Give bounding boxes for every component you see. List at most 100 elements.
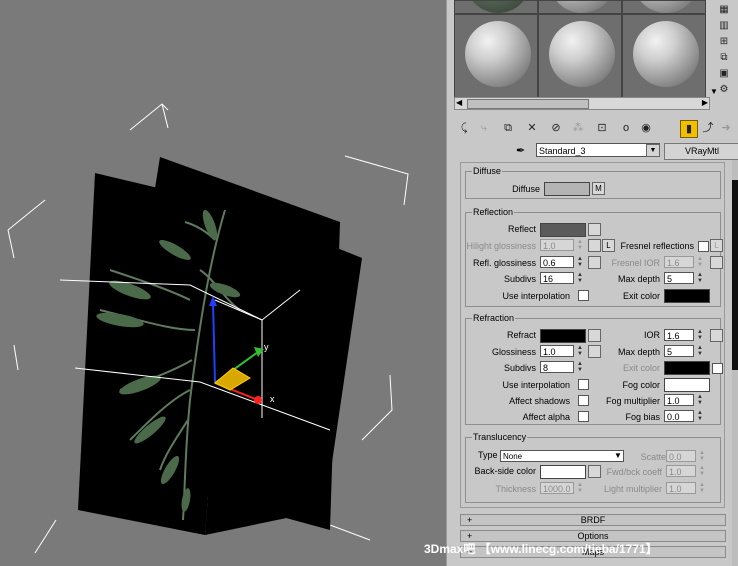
thickness-spinner[interactable]: 1000.0 xyxy=(540,482,574,494)
perspective-viewport[interactable]: y x xyxy=(0,0,446,566)
put-to-scene-icon[interactable]: ⤷ xyxy=(476,120,492,136)
affect-alpha-checkbox[interactable] xyxy=(578,411,589,422)
material-type-button[interactable]: VRayMtl xyxy=(664,143,738,160)
glossiness-spinner[interactable]: 1.0 xyxy=(540,345,574,357)
spinner-arrows-icon[interactable]: ▲ ▼ xyxy=(576,256,584,268)
affect-shadows-checkbox[interactable] xyxy=(578,395,589,406)
sample-slot[interactable] xyxy=(454,14,538,98)
spinner-arrows-icon[interactable]: ▲ ▼ xyxy=(576,482,584,494)
reflect-color-swatch[interactable] xyxy=(540,223,586,237)
ior-map-button[interactable] xyxy=(710,329,723,342)
refract-label: Refract xyxy=(506,330,536,340)
sample-slot[interactable] xyxy=(454,0,538,14)
fog-bias-label: Fog bias xyxy=(625,412,660,422)
spinner-arrows-icon[interactable]: ▲ ▼ xyxy=(698,450,706,462)
refl-subdivs-spinner[interactable]: 16 xyxy=(540,272,574,284)
fog-multiplier-spinner[interactable]: 1.0 xyxy=(664,394,694,406)
get-material-icon[interactable]: ⤹ xyxy=(456,120,472,136)
fwd-bck-coeff-spinner[interactable]: 1.0 xyxy=(666,465,696,477)
spinner-arrows-icon[interactable]: ▲ ▼ xyxy=(698,482,706,494)
refr-max-depth-spinner[interactable]: 5 xyxy=(664,345,694,357)
show-map-icon[interactable]: ◉ xyxy=(638,120,654,136)
spinner-arrows-icon[interactable]: ▲ ▼ xyxy=(696,272,704,284)
hilight-lock-button[interactable]: L xyxy=(602,239,615,252)
slot-scrollbar[interactable]: ◀ ▶ xyxy=(454,97,710,110)
hilight-glossiness-spinner[interactable]: 1.0 xyxy=(540,239,574,251)
refr-use-interpolation-checkbox[interactable] xyxy=(578,379,589,390)
go-forward-icon[interactable]: ➜ xyxy=(718,120,734,136)
spinner-arrows-icon[interactable]: ▲ ▼ xyxy=(698,465,706,477)
refl-exit-color-swatch[interactable] xyxy=(664,289,710,303)
reflect-map-button[interactable] xyxy=(588,223,601,236)
glossiness-label: Glossiness xyxy=(491,347,536,357)
type-label: Type xyxy=(478,450,498,460)
material-id-channel[interactable]: o xyxy=(618,120,634,136)
back-side-map-button[interactable] xyxy=(588,465,601,478)
spinner-arrows-icon[interactable]: ▲ ▼ xyxy=(576,272,584,284)
sample-slot[interactable] xyxy=(622,14,706,98)
refl-glossiness-spinner[interactable]: 0.6 xyxy=(540,256,574,268)
options-icon[interactable]: ⚙ xyxy=(718,84,730,96)
refl-gloss-map-button[interactable] xyxy=(588,256,601,269)
translucency-type-dropdown[interactable]: None xyxy=(500,450,624,462)
group-title: Refraction xyxy=(472,313,516,323)
chevron-down-icon[interactable]: ▼ xyxy=(646,144,660,157)
spinner-arrows-icon[interactable]: ▲ ▼ xyxy=(696,345,704,357)
fog-color-swatch[interactable] xyxy=(664,378,710,392)
glossiness-map-button[interactable] xyxy=(588,345,601,358)
make-unique-icon[interactable]: ⁂ xyxy=(570,120,586,136)
sample-type-icon[interactable]: ▦ xyxy=(718,4,730,16)
background-icon[interactable]: ⊞ xyxy=(718,36,730,48)
refr-exit-color-swatch[interactable] xyxy=(664,361,710,375)
sample-slot[interactable] xyxy=(538,0,622,14)
fresnel-ior-spinner[interactable]: 1.6 xyxy=(664,256,694,268)
refl-max-depth-spinner[interactable]: 5 xyxy=(664,272,694,284)
fresnel-reflections-checkbox[interactable] xyxy=(698,241,709,252)
assign-material-icon[interactable]: ⧉ xyxy=(500,120,516,136)
reset-icon[interactable]: ✕ xyxy=(524,120,540,136)
light-multiplier-spinner[interactable]: 1.0 xyxy=(666,482,696,494)
show-end-result-icon[interactable]: ▮ xyxy=(680,120,698,138)
thickness-label: Thickness xyxy=(495,484,536,494)
spinner-arrows-icon[interactable]: ▲ ▼ xyxy=(696,394,704,406)
spinner-arrows-icon[interactable]: ▲ ▼ xyxy=(576,239,584,251)
scroll-thumb[interactable] xyxy=(732,180,738,370)
sample-slot[interactable] xyxy=(538,14,622,98)
refr-exit-color-checkbox[interactable] xyxy=(712,363,723,374)
spinner-arrows-icon[interactable]: ▲ ▼ xyxy=(576,361,584,373)
scroll-left-icon[interactable]: ◀ xyxy=(456,98,462,108)
go-to-parent-icon[interactable]: ⤴ xyxy=(700,120,716,136)
scroll-down-icon[interactable]: ▼ xyxy=(710,87,718,97)
fog-multiplier-label: Fog multiplier xyxy=(605,396,660,406)
put-to-library-icon[interactable]: ⊡ xyxy=(594,120,610,136)
scroll-thumb[interactable] xyxy=(467,99,589,109)
backlight-icon[interactable]: ▥ xyxy=(718,20,730,32)
hilight-map-button[interactable] xyxy=(588,239,601,252)
spinner-arrows-icon[interactable]: ▲ ▼ xyxy=(696,329,704,341)
diffuse-map-button[interactable]: M xyxy=(592,182,605,195)
sample-slot[interactable] xyxy=(622,0,706,14)
diffuse-color-swatch[interactable] xyxy=(544,182,590,196)
ior-spinner[interactable]: 1.6 xyxy=(664,329,694,341)
parameters-scrollbar[interactable] xyxy=(732,160,738,566)
uv-tiling-icon[interactable]: ⧉ xyxy=(718,52,730,64)
pick-material-icon[interactable]: ✒ xyxy=(516,144,525,157)
refract-map-button[interactable] xyxy=(588,329,601,342)
fresnel-ior-map-button[interactable] xyxy=(710,256,723,269)
scatter-coeff-spinner[interactable]: 0.0 xyxy=(666,450,696,462)
fresnel-lock-button[interactable]: L xyxy=(710,239,723,252)
refraction-group: Refraction Refract IOR 1.6 ▲ ▼ Glossiness… xyxy=(465,313,723,425)
make-copy-icon[interactable]: ⊘ xyxy=(548,120,564,136)
spinner-arrows-icon[interactable]: ▲ ▼ xyxy=(696,410,704,422)
back-side-color-swatch[interactable] xyxy=(540,465,586,479)
brdf-rollout[interactable]: + BRDF xyxy=(460,514,726,526)
fog-bias-spinner[interactable]: 0.0 xyxy=(664,410,694,422)
refr-subdivs-spinner[interactable]: 8 xyxy=(540,361,574,373)
spinner-arrows-icon[interactable]: ▲ ▼ xyxy=(696,256,704,268)
material-name-field[interactable]: Standard_3 xyxy=(536,143,660,157)
refract-color-swatch[interactable] xyxy=(540,329,586,343)
scroll-right-icon[interactable]: ▶ xyxy=(702,98,708,108)
spinner-arrows-icon[interactable]: ▲ ▼ xyxy=(576,345,584,357)
refl-use-interpolation-checkbox[interactable] xyxy=(578,290,589,301)
video-check-icon[interactable]: ▣ xyxy=(718,68,730,80)
